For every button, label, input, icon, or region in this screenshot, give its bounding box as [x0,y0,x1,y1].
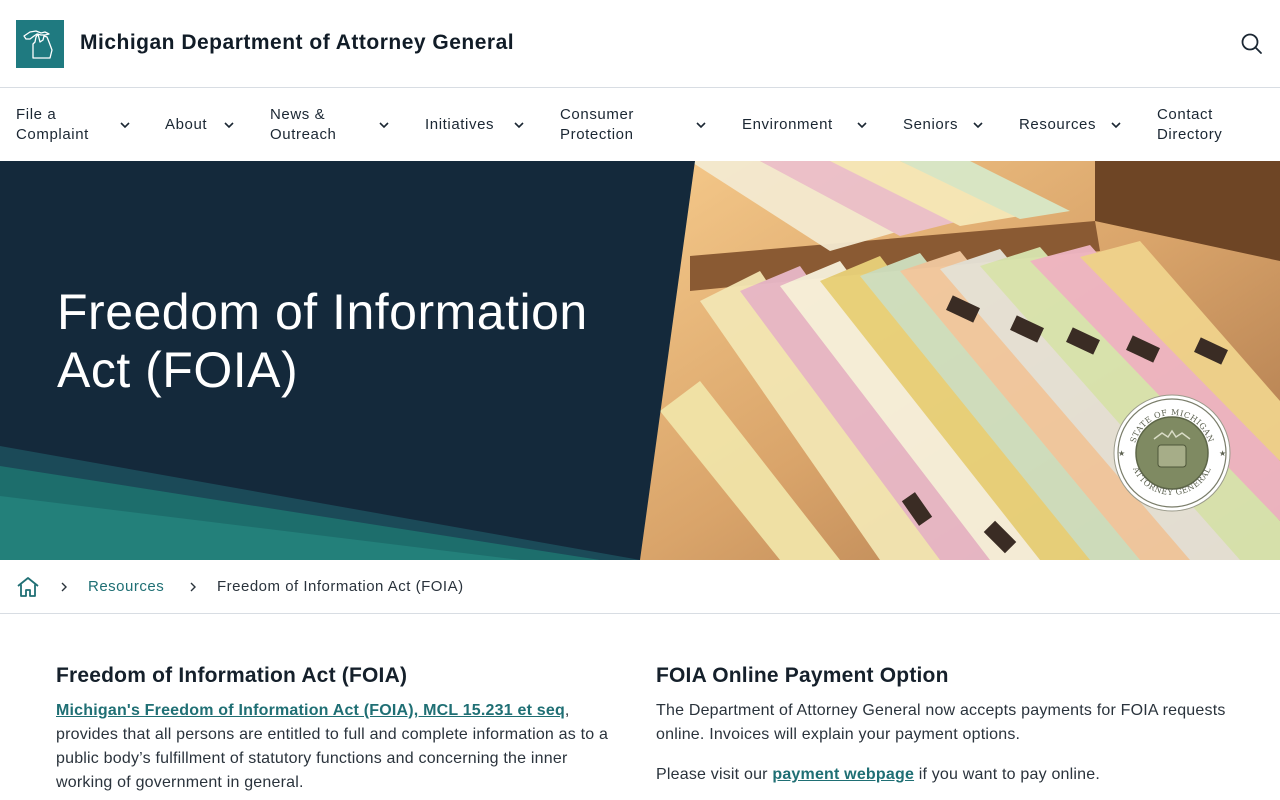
state-seal-icon: ★ ★ STATE OF MICHIGAN ATTORNEY GENERAL [1113,394,1231,512]
nav-item-label: Contact Directory [1157,106,1223,143]
payment-webpage-link[interactable]: payment webpage [772,766,914,783]
site-logo[interactable] [16,20,64,68]
nav-item-initiatives[interactable]: Initiatives [425,89,530,161]
chevron-down-icon [696,122,706,129]
chevron-right-icon [190,582,196,592]
nav-item-label: Seniors [903,116,959,133]
foia-intro-section: Freedom of Information Act (FOIA) Michig… [56,662,622,795]
nav-item-label: Initiatives [425,116,495,133]
home-icon [17,577,39,597]
chevron-right-icon [61,582,67,592]
payment-link-paragraph: Please visit our payment webpage if you … [656,763,1226,787]
nav-item-seniors[interactable]: Seniors [903,89,988,161]
foia-payment-section: FOIA Online Payment Option The Departmen… [656,662,1226,787]
page-title: Freedom of Information Act (FOIA) [57,284,588,398]
breadcrumb-current-page: Freedom of Information Act (FOIA) [217,578,464,595]
nav-item-label: News & Outreach [270,106,337,143]
nav-item-about[interactable]: About [165,89,240,161]
chevron-down-icon [1111,122,1121,129]
breadcrumb-home-link[interactable] [16,576,40,598]
foia-intro-paragraph: Michigan's Freedom of Information Act (F… [56,699,622,795]
chevron-down-icon [973,122,983,129]
nav-item-file-a-complaint[interactable]: File a Complaint [16,89,136,161]
nav-item-consumer-protection[interactable]: Consumer Protection [560,89,715,161]
nav-item-environment[interactable]: Environment [742,89,872,161]
chevron-down-icon [857,122,867,129]
payment-prefix-text: Please visit our [656,766,773,783]
hero-banner: Freedom of Information Act (FOIA) ★ ★ ST… [0,161,1280,560]
payment-section-heading: FOIA Online Payment Option [656,664,949,687]
site-header: Michigan Department of Attorney General [0,0,1280,88]
nav-item-label: Environment [742,116,833,133]
svg-text:★: ★ [1219,449,1226,458]
foia-statute-link[interactable]: Michigan's Freedom of Information Act (F… [56,702,565,719]
payment-suffix-text: if you want to pay online. [914,766,1101,783]
search-icon [1241,33,1262,54]
site-title[interactable]: Michigan Department of Attorney General [80,31,514,55]
chevron-down-icon [224,122,234,129]
payment-info-paragraph: The Department of Attorney General now a… [656,702,1226,743]
nav-item-label: Resources [1019,116,1097,133]
chevron-down-icon [514,122,524,129]
michigan-state-outline-icon [23,30,53,59]
nav-item-contact-directory[interactable]: Contact Directory [1157,89,1257,161]
main-navigation: File a Complaint About News & Outreach I… [0,89,1280,161]
nav-item-resources[interactable]: Resources [1019,89,1129,161]
chevron-down-icon [120,122,130,129]
breadcrumb-resources[interactable]: Resources [88,578,164,595]
nav-item-label: Consumer Protection [560,106,634,143]
nav-item-label: About [165,116,208,133]
svg-text:★: ★ [1118,449,1125,458]
nav-item-news-outreach[interactable]: News & Outreach [270,89,395,161]
chevron-down-icon [379,122,389,129]
breadcrumb: Resources Freedom of Information Act (FO… [0,560,1280,614]
foia-section-heading: Freedom of Information Act (FOIA) [56,664,408,687]
attorney-general-seal: ★ ★ STATE OF MICHIGAN ATTORNEY GENERAL [1112,393,1232,513]
nav-item-label: File a Complaint [16,106,89,143]
search-button[interactable] [1238,30,1266,58]
